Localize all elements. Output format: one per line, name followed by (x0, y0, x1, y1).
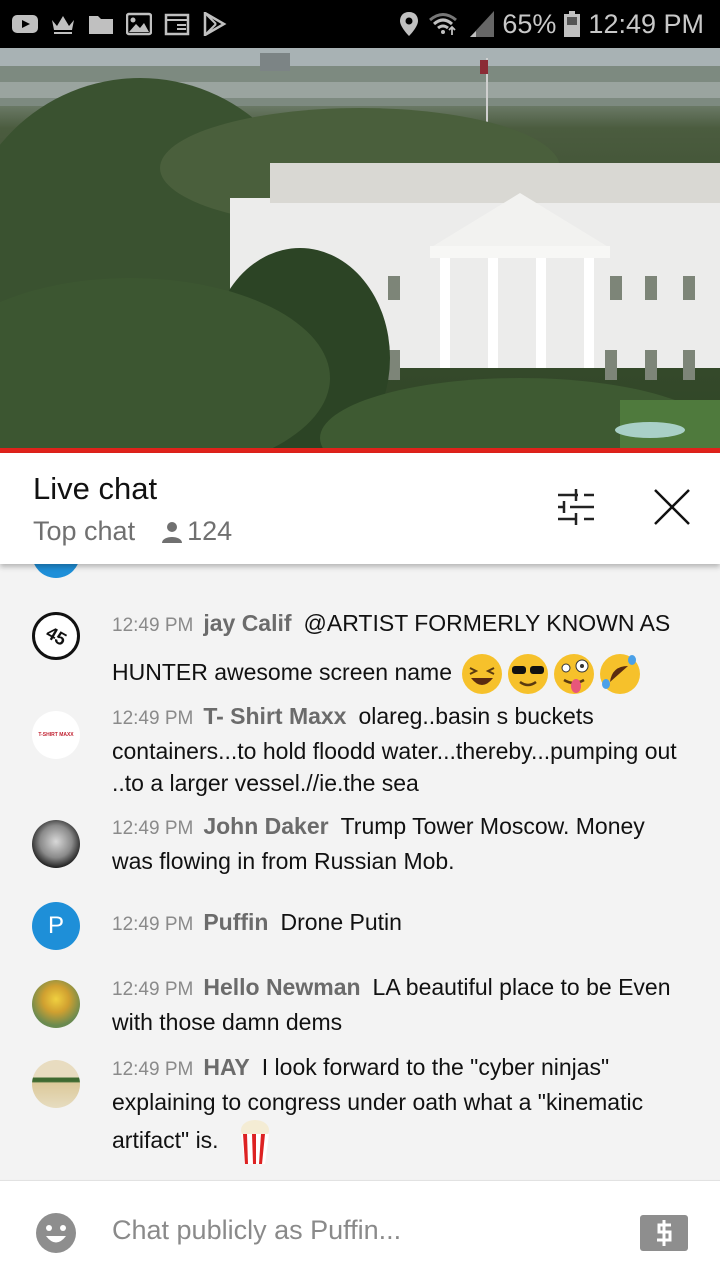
wifi-icon (429, 13, 458, 35)
popcorn-emoji (240, 1120, 269, 1164)
message-author[interactable]: John Daker (203, 813, 328, 839)
avatar-45-badge: 45 (42, 621, 70, 650)
message-author[interactable]: jay Calif (203, 610, 291, 636)
news-icon (164, 13, 190, 36)
chat-message-input[interactable] (112, 1215, 612, 1246)
chat-input-bar (0, 1180, 720, 1280)
video-player[interactable] (0, 48, 720, 450)
avatar-partial (32, 564, 80, 578)
clock: 12:49 PM (588, 8, 704, 39)
avatar-tshirt-maxx-logo: T-SHIRT MAXX (38, 732, 74, 738)
message-author[interactable]: Hello Newman (203, 974, 360, 1000)
video-frame-white-house (0, 48, 720, 450)
message-timestamp: 12:49 PM (112, 914, 194, 935)
play-store-icon (203, 12, 227, 36)
youtube-icon (12, 15, 38, 33)
message-timestamp: 12:49 PM (112, 979, 194, 1000)
folder-icon (89, 16, 113, 34)
avatar: 45 (32, 612, 80, 660)
chat-filter-button[interactable] (552, 483, 600, 531)
message-timestamp: 12:49 PM (112, 615, 194, 636)
chat-title: Live chat (33, 471, 158, 506)
avatar (32, 1060, 80, 1108)
status-bar: 65% 12:49 PM (0, 0, 720, 48)
message-text: olareg..basin s buckets containers...to … (112, 703, 677, 796)
rolling-laughing-emoji (600, 653, 641, 694)
message-author[interactable]: T- Shirt Maxx (203, 703, 346, 729)
gallery-icon (126, 12, 152, 36)
message-timestamp: 12:49 PM (112, 708, 194, 729)
avatar: P (32, 902, 80, 950)
message-text: Drone Putin (280, 909, 402, 935)
sunglasses-face-emoji (508, 653, 549, 694)
chat-mode-label: Top chat (33, 516, 136, 546)
close-chat-button[interactable] (648, 483, 696, 531)
grinning-squinting-face-emoji (462, 653, 503, 694)
avatar (32, 820, 80, 868)
person-icon (162, 521, 183, 543)
viewer-count: 124 (161, 516, 232, 547)
battery-icon (564, 11, 581, 37)
emoji-icon[interactable] (36, 1213, 76, 1253)
avatar-letter: P (47, 912, 64, 939)
avatar (32, 980, 80, 1028)
live-chat-header: Live chat Top chat 124 (0, 453, 720, 564)
chat-mode-selector[interactable]: Top chat 124 (33, 516, 232, 547)
message-author[interactable]: HAY (203, 1054, 249, 1080)
viewer-count-value: 124 (187, 516, 233, 546)
message-timestamp: 12:49 PM (112, 818, 194, 839)
sliders-icon (558, 489, 594, 525)
battery-percent: 65% (502, 8, 557, 39)
message-timestamp: 12:49 PM (112, 1059, 194, 1080)
signal-icon (470, 11, 495, 37)
chat-message-list[interactable]: 45 12:49 PM jay Calif @ARTIST FORMERLY KNO… (0, 564, 720, 1179)
crown-icon (52, 16, 74, 34)
avatar: T-SHIRT MAXX (32, 711, 80, 759)
message-author[interactable]: Puffin (203, 909, 268, 935)
close-icon (654, 489, 690, 525)
zany-face-emoji (554, 653, 595, 694)
super-chat-dollar-icon[interactable] (640, 1215, 688, 1251)
location-icon (400, 12, 419, 36)
message-text: LA beautiful place to be Even with those… (112, 974, 671, 1035)
